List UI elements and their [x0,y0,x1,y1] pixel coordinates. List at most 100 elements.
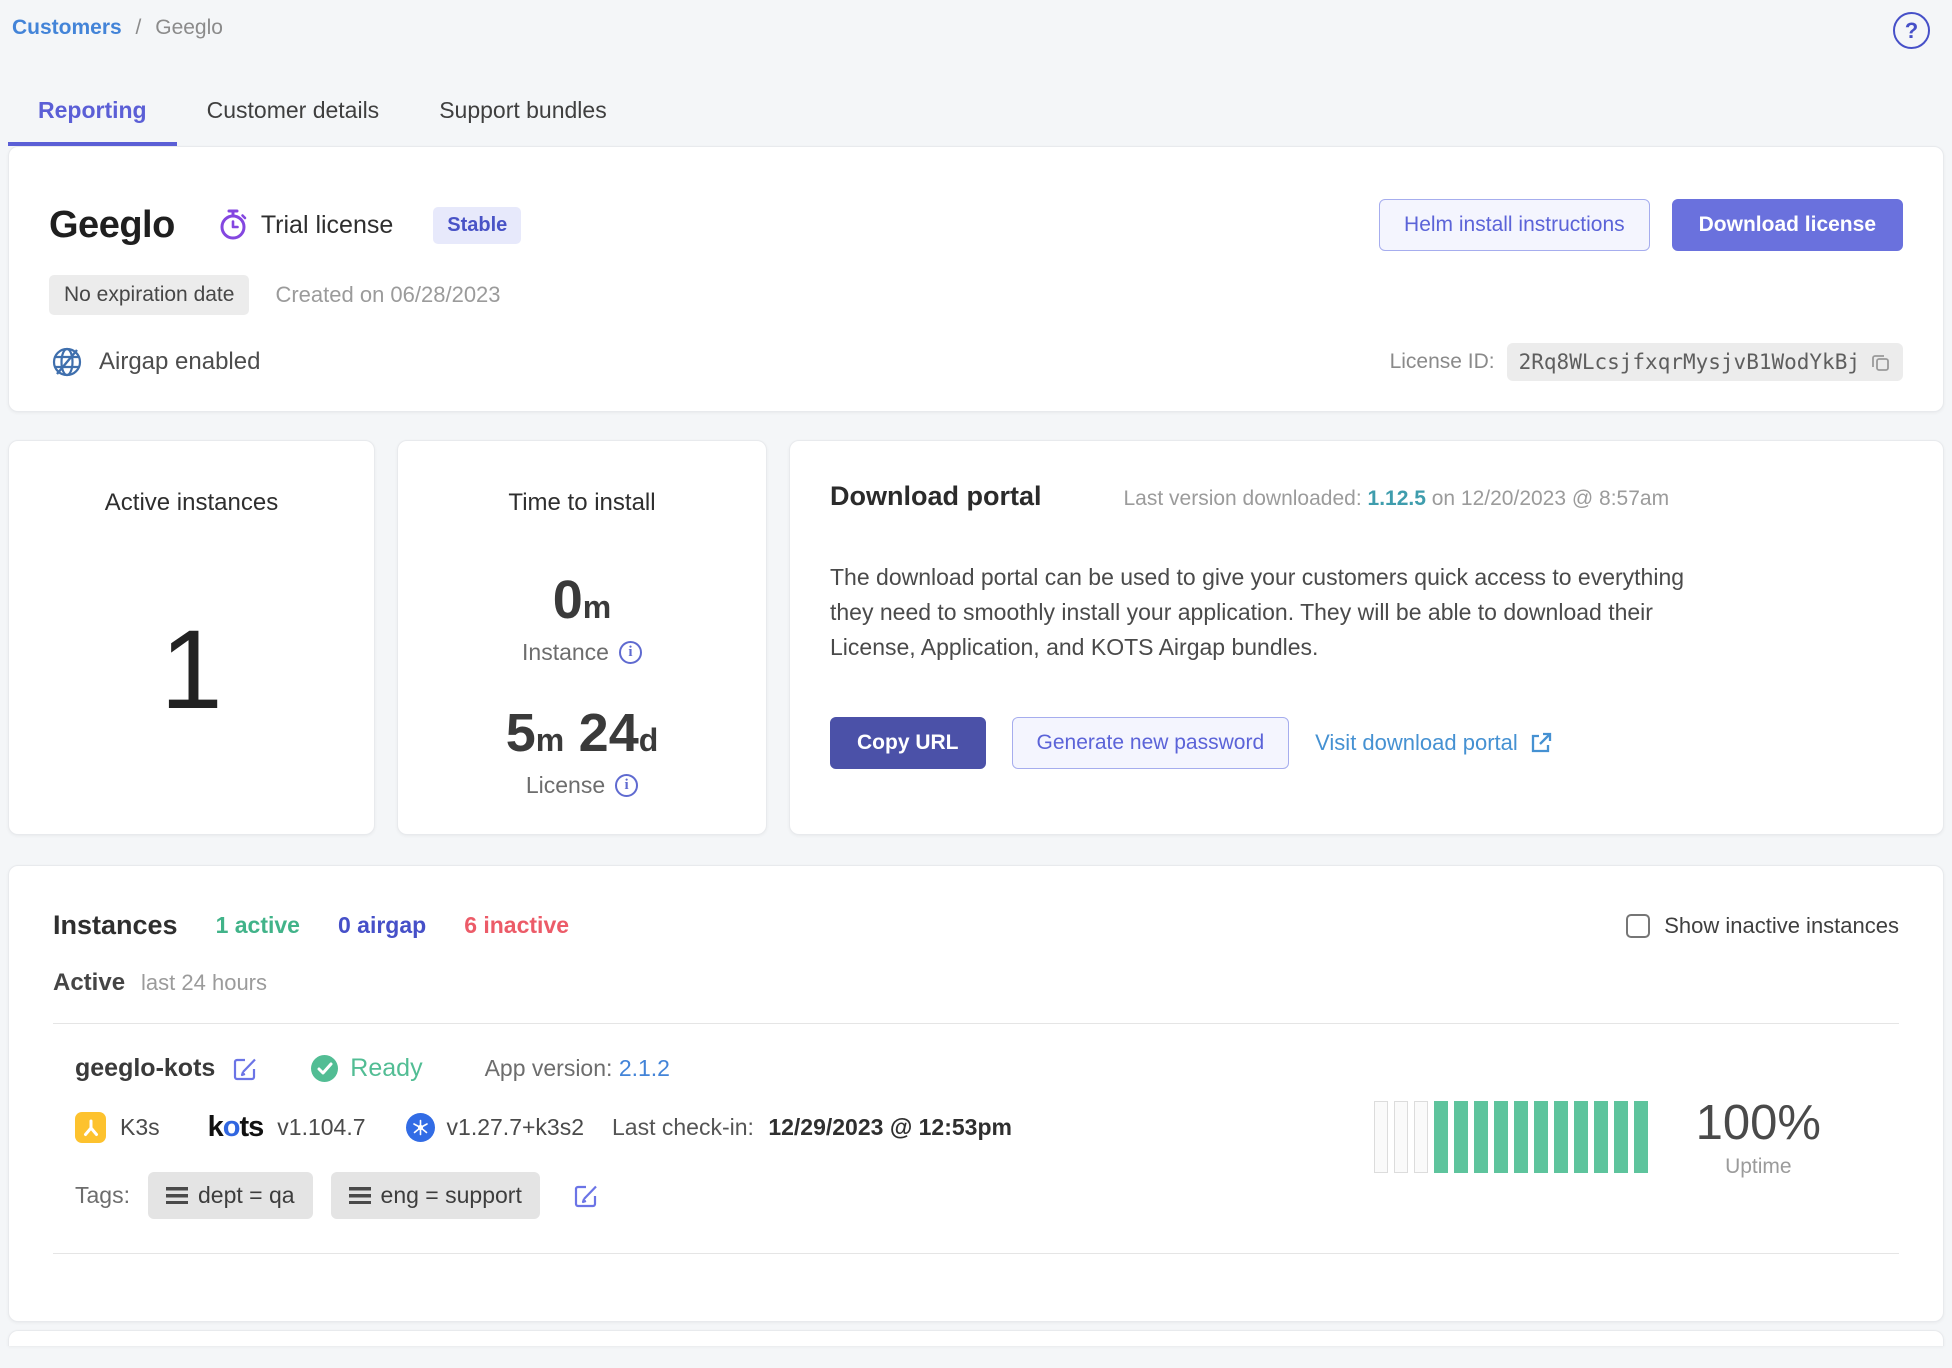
app-version-link[interactable]: 2.1.2 [619,1055,670,1081]
show-inactive-label: Show inactive instances [1664,913,1899,939]
uptime-bar [1454,1101,1468,1173]
uptime-bar [1414,1101,1428,1173]
license-id-group: License ID: 2Rq8WLcsjfxqrMysjvB1WodYkBj [1390,343,1903,381]
uptime-bars [1374,1101,1648,1173]
tag-pill: eng = support [331,1172,540,1219]
last-version-link[interactable]: 1.12.5 [1368,487,1426,510]
trial-timer-icon [217,208,249,242]
kots-logo: kots [208,1111,264,1144]
license-info-icon[interactable]: i [615,774,638,797]
uptime-bar [1534,1101,1548,1173]
uptime-label: Uptime [1696,1155,1821,1179]
generate-new-password-button[interactable]: Generate new password [1012,717,1290,769]
kubernetes-version-group: v1.27.7+k3s2 [406,1113,584,1142]
uptime-bar [1594,1101,1608,1173]
instance-status-label: Ready [350,1054,422,1083]
download-license-button[interactable]: Download license [1672,199,1903,251]
license-id-pill: 2Rq8WLcsjfxqrMysjvB1WodYkBj [1507,343,1903,381]
uptime-bar [1434,1101,1448,1173]
instances-title: Instances [53,910,178,941]
license-type-label: Trial license [261,211,393,240]
helm-install-instructions-button[interactable]: Helm install instructions [1379,199,1650,251]
license-install-value2: 24 [579,703,639,763]
license-id-label: License ID: [1390,350,1495,374]
kubernetes-version: v1.27.7+k3s2 [447,1114,584,1141]
topbar: Customers / Geeglo ? [8,0,1944,49]
breadcrumb-separator: / [136,16,142,39]
last-version-downloaded: Last version downloaded: 1.12.5 on 12/20… [1124,487,1670,511]
stats-row: Active instances 1 Time to install 0m In… [8,440,1944,835]
time-to-install-card: Time to install 0m Instance i 5m 24d Lic… [397,440,767,835]
instance-info-icon[interactable]: i [619,641,642,664]
instance-install-label: Instance [522,639,609,666]
tag-lines-icon [349,1187,371,1204]
download-portal-card: Download portal Last version downloaded:… [789,440,1944,835]
active-section-heading: Active [53,969,125,997]
airgap-label: Airgap enabled [99,348,260,376]
uptime-bar [1394,1101,1408,1173]
tag-pill: dept = qa [148,1172,313,1219]
license-type-group: Trial license [217,208,393,242]
license-install-value1: 5 [506,703,536,763]
active-instances-title: Active instances [105,489,278,517]
uptime-bar [1574,1101,1588,1173]
kubernetes-icon [406,1113,435,1142]
uptime-bar [1494,1101,1508,1173]
edit-tags-icon[interactable] [572,1182,600,1210]
divider [53,1253,1899,1254]
uptime-bar [1614,1101,1628,1173]
uptime-percent: 100% [1696,1095,1821,1151]
license-install-time: 5m 24d License i [506,702,659,799]
customer-reporting-page: Customers / Geeglo ? Reporting Customer … [0,0,1952,1346]
expiration-badge: No expiration date [49,275,249,315]
last-checkin-value: 12/29/2023 @ 12:53pm [768,1114,1012,1140]
app-version-group: App version: 2.1.2 [485,1055,670,1082]
visit-download-portal-link[interactable]: Visit download portal [1315,730,1554,756]
breadcrumb: Customers / Geeglo [12,12,223,40]
next-section-card-top [8,1330,1944,1346]
uptime-bar [1474,1101,1488,1173]
count-active[interactable]: 1 active [216,912,300,939]
external-link-icon [1528,730,1554,756]
uptime-bar [1634,1101,1648,1173]
uptime-group: 100% Uptime [1374,1095,1881,1179]
distro-label: K3s [120,1114,160,1141]
license-id-value: 2Rq8WLcsjfxqrMysjvB1WodYkBj [1519,350,1860,374]
breadcrumb-customers-link[interactable]: Customers [12,16,122,39]
uptime-bar [1514,1101,1528,1173]
channel-badge: Stable [433,207,521,244]
customer-header-card: Geeglo Trial license Stable Helm install… [8,146,1944,412]
count-inactive[interactable]: 6 inactive [464,912,569,939]
help-icon[interactable]: ? [1893,12,1930,49]
tab-support-bundles[interactable]: Support bundles [409,87,637,146]
customer-name: Geeglo [49,204,175,247]
download-portal-description: The download portal can be used to give … [830,560,1710,665]
copy-url-button[interactable]: Copy URL [830,717,986,769]
tab-reporting[interactable]: Reporting [8,87,177,146]
show-inactive-checkbox[interactable] [1626,914,1650,938]
license-install-label: License [526,772,605,799]
copy-icon[interactable] [1870,352,1891,373]
active-section-range: last 24 hours [141,970,267,996]
instances-card: Instances 1 active 0 airgap 6 inactive S… [8,865,1944,1322]
breadcrumb-current: Geeglo [155,16,223,39]
airgap-group: Airgap enabled [49,344,260,380]
instance-install-time: 0m Instance i [522,569,642,666]
k3s-icon [75,1112,106,1143]
tags-label: Tags: [75,1182,130,1209]
tags-list: dept = qa eng = support [148,1172,540,1219]
active-instances-value: 1 [160,605,222,734]
ready-check-icon [311,1055,338,1082]
instance-install-value: 0 [553,570,583,630]
tab-customer-details[interactable]: Customer details [177,87,410,146]
count-airgap[interactable]: 0 airgap [338,912,426,939]
uptime-bar [1374,1101,1388,1173]
instance-name: geeglo-kots [75,1054,215,1083]
created-date: Created on 06/28/2023 [275,282,500,308]
kots-version: v1.104.7 [277,1114,365,1141]
show-inactive-toggle[interactable]: Show inactive instances [1626,913,1899,939]
tab-bar: Reporting Customer details Support bundl… [8,87,1944,146]
edit-instance-name-icon[interactable] [231,1055,259,1083]
instance-row: geeglo-kots Ready App ve [53,1024,1899,1219]
last-checkin-group: Last check-in: 12/29/2023 @ 12:53pm [612,1114,1012,1141]
